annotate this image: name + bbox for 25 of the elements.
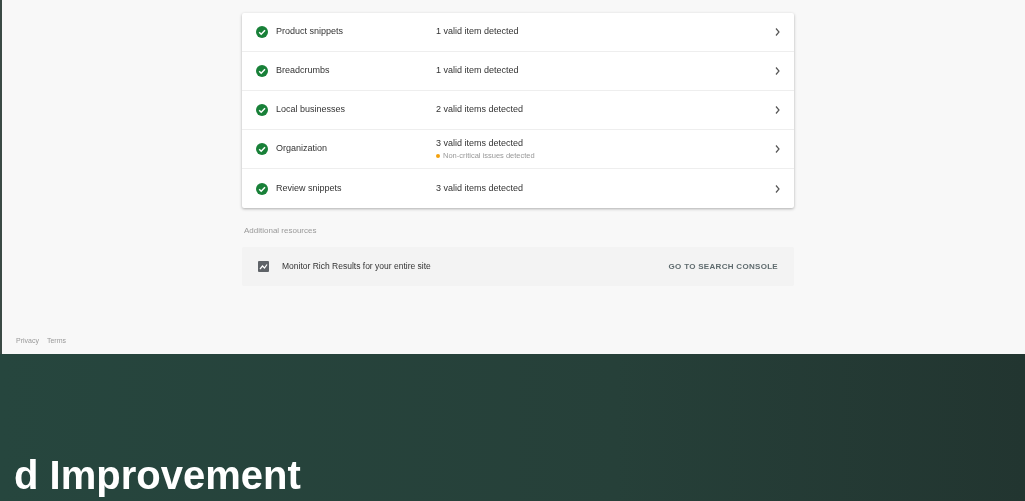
chevron-icon: [775, 184, 780, 193]
detection-text: 1 valid item detected: [436, 25, 520, 39]
resource-text: Monitor Rich Results for your entire site: [282, 260, 431, 273]
chevron-icon: [775, 106, 780, 114]
result-name: Product snippets: [276, 25, 345, 39]
result-row[interactable]: Product snippets 1 valid item detected: [242, 13, 794, 52]
banner-heading: d Improvement: [14, 453, 301, 497]
detection-text: 3 valid items detected: [436, 181, 525, 195]
chevron-icon: [775, 145, 780, 153]
detection-text: 1 valid item detected: [436, 64, 520, 78]
warning-dot: [436, 153, 440, 158]
result-row[interactable]: Local businesses 2 valid items detected: [242, 91, 794, 130]
result-name: Local businesses: [276, 103, 347, 117]
detection-text: 2 valid items detected: [436, 103, 525, 117]
chevron-icon: [775, 67, 780, 75]
chart-icon: [258, 261, 269, 272]
result-name: Organization: [276, 142, 329, 156]
section-label: Additional resources: [244, 225, 318, 237]
chevron-icon: [775, 28, 780, 36]
result-name: Breadcrumbs: [276, 64, 331, 78]
search-console-link[interactable]: GO TO SEARCH CONSOLE: [668, 258, 778, 275]
result-row[interactable]: Review snippets 3 valid items detected: [242, 169, 794, 208]
result-row[interactable]: Breadcrumbs 1 valid item detected: [242, 52, 794, 91]
result-name: Review snippets: [276, 181, 343, 195]
detection-text: 3 valid items detected: [436, 136, 525, 150]
